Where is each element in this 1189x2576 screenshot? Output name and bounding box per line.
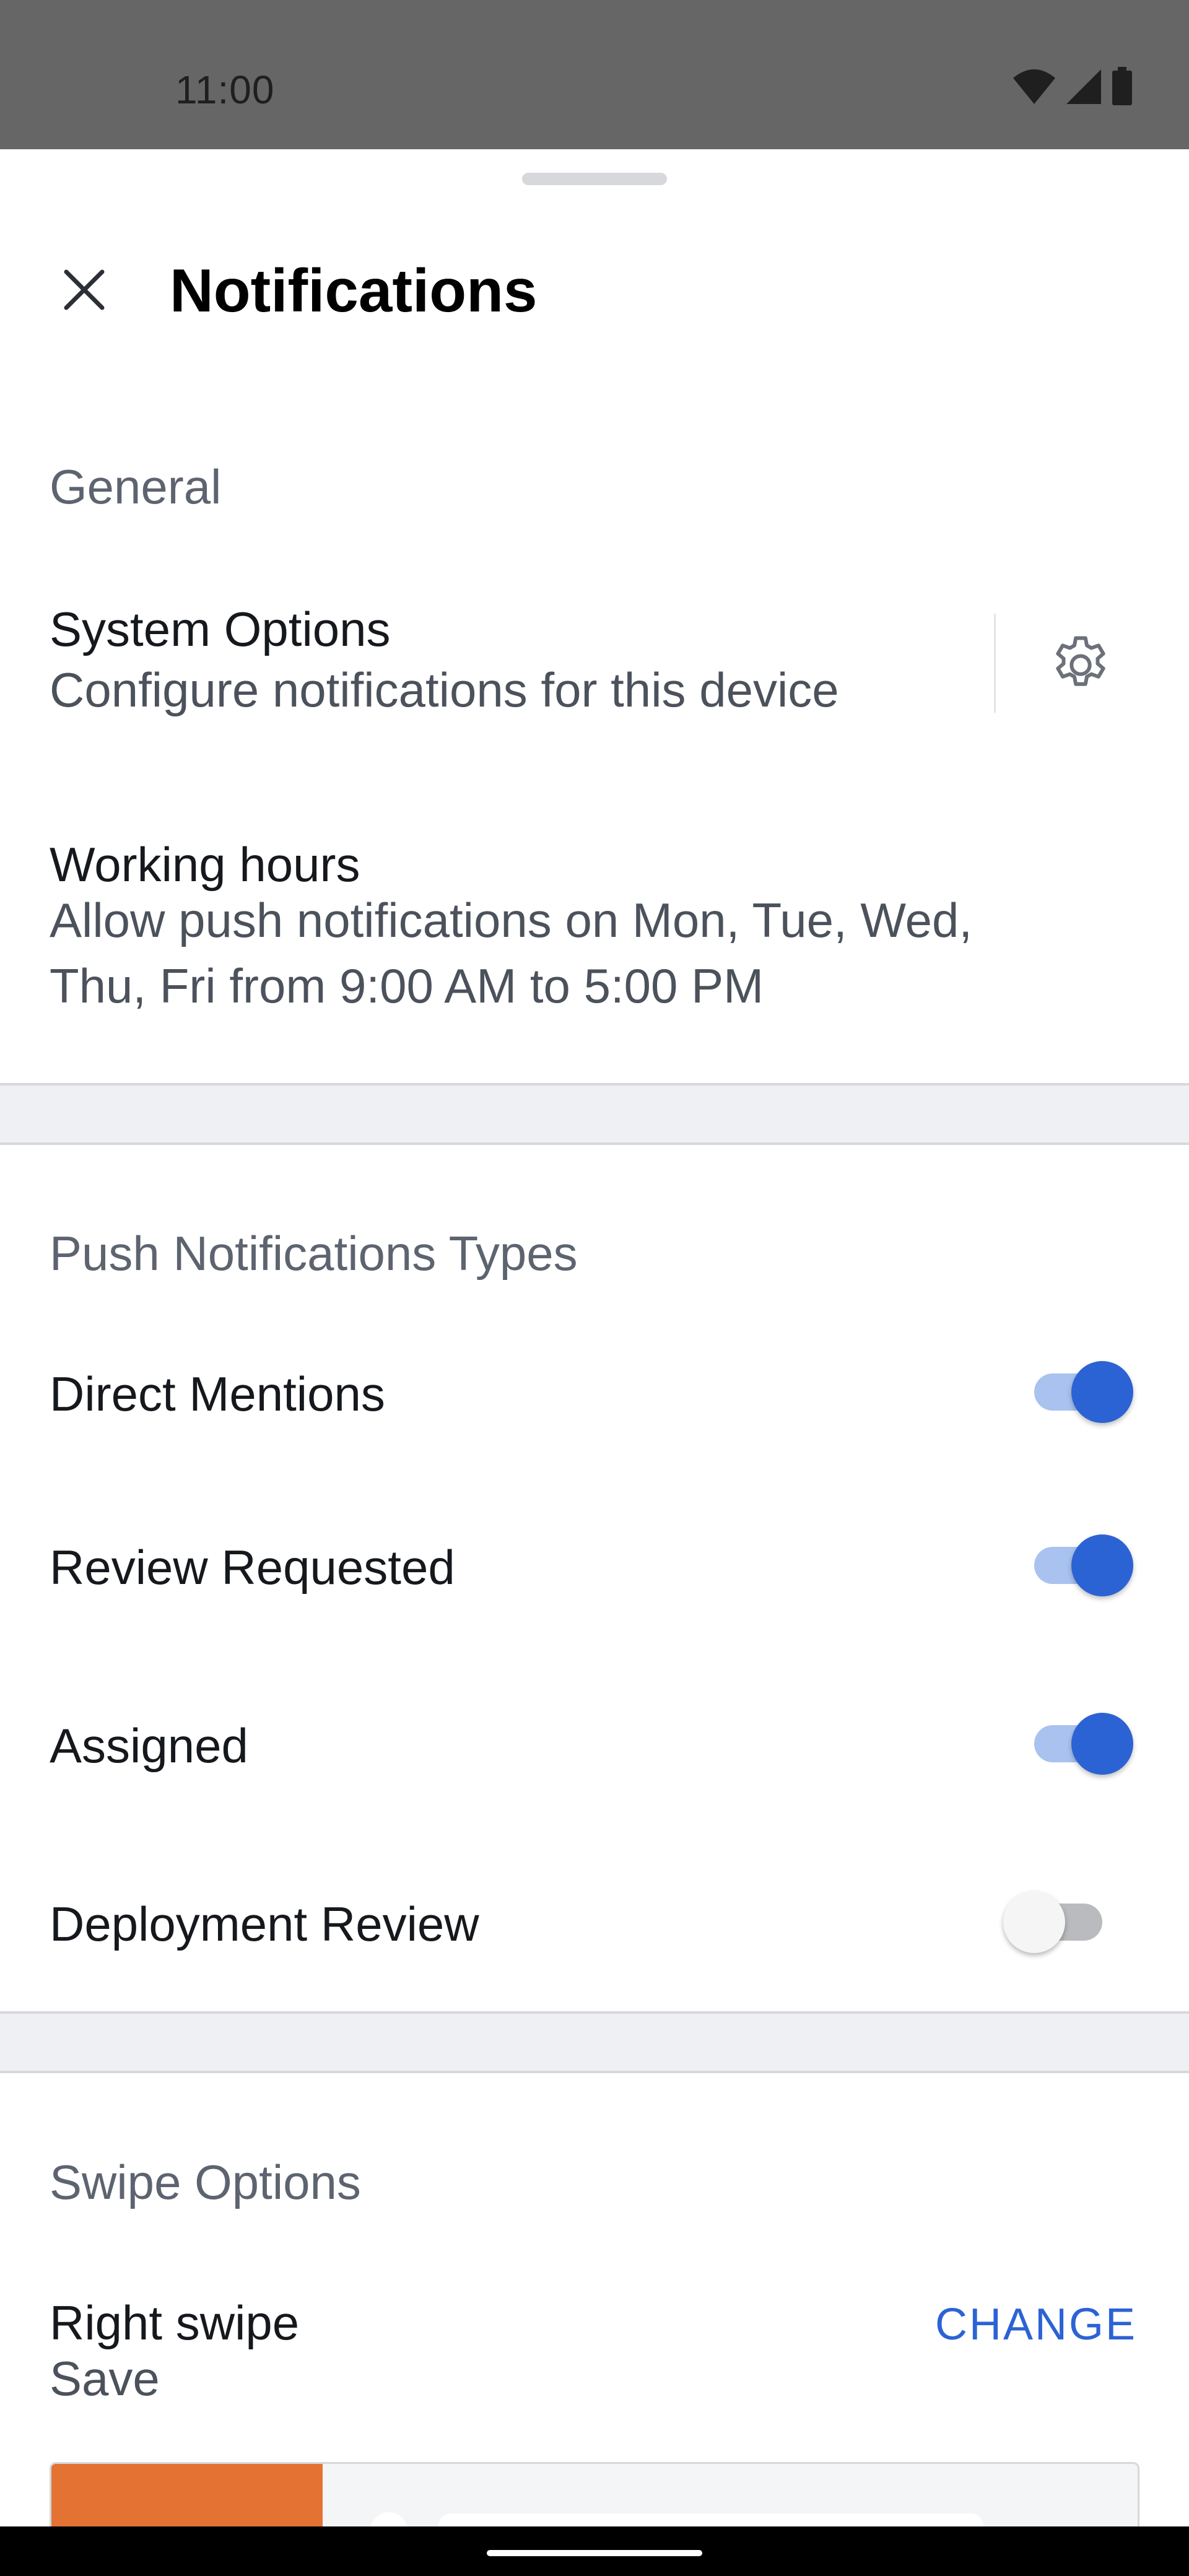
navigation-bar (0, 2526, 1189, 2576)
toggle-deployment-review[interactable] (1003, 1880, 1133, 1953)
push-type-label: Direct Mentions (50, 1367, 385, 1421)
section-heading-swipe-options: Swipe Options (50, 2155, 361, 2209)
section-heading-general: General (50, 459, 222, 514)
close-icon (63, 268, 106, 315)
section-divider (0, 1083, 1189, 1145)
toggle-assigned[interactable] (1016, 1702, 1133, 1775)
cellular-signal-icon (1065, 68, 1102, 108)
change-right-swipe-button[interactable]: CHANGE (935, 2299, 1137, 2350)
drag-handle[interactable] (522, 173, 667, 185)
swipe-action-area (51, 2464, 323, 2526)
push-type-label: Deployment Review (50, 1897, 479, 1951)
push-type-label: Review Requested (50, 1540, 455, 1595)
section-divider (0, 2011, 1189, 2073)
push-type-label: Assigned (50, 1718, 248, 1773)
status-time: 11:00 (175, 67, 275, 112)
working-hours-subtitle-line-2: Thu, Fri from 9:00 AM to 5:00 PM (50, 959, 764, 1013)
system-options-subtitle: Configure notifications for this device (50, 663, 839, 717)
working-hours-subtitle-line-1: Allow push notifications on Mon, Tue, We… (50, 893, 973, 947)
close-button[interactable] (53, 260, 115, 322)
status-bar: 11:00 (0, 0, 1189, 149)
system-options-title: System Options (50, 602, 391, 656)
notifications-sheet: Notifications General System Options Con… (0, 149, 1189, 2526)
right-swipe-title: Right swipe (50, 2295, 300, 2350)
gear-icon (1047, 631, 1115, 702)
working-hours-title: Working hours (50, 837, 360, 892)
swipe-preview (50, 2462, 1139, 2526)
right-swipe-value: Save (50, 2351, 160, 2406)
section-heading-push-types: Push Notifications Types (50, 1226, 578, 1281)
swipe-preview-text-placeholder (438, 2513, 983, 2526)
system-options-settings-button[interactable] (1040, 626, 1121, 707)
home-gesture-handle[interactable] (487, 2550, 702, 2556)
battery-icon (1111, 66, 1133, 110)
toggle-review-requested[interactable] (1016, 1523, 1133, 1596)
toggle-direct-mentions[interactable] (1016, 1350, 1133, 1423)
vertical-divider (994, 614, 996, 713)
status-icons (1012, 66, 1133, 110)
wifi-icon (1012, 68, 1056, 108)
page-title: Notifications (170, 256, 538, 324)
swipe-preview-avatar (370, 2512, 407, 2526)
